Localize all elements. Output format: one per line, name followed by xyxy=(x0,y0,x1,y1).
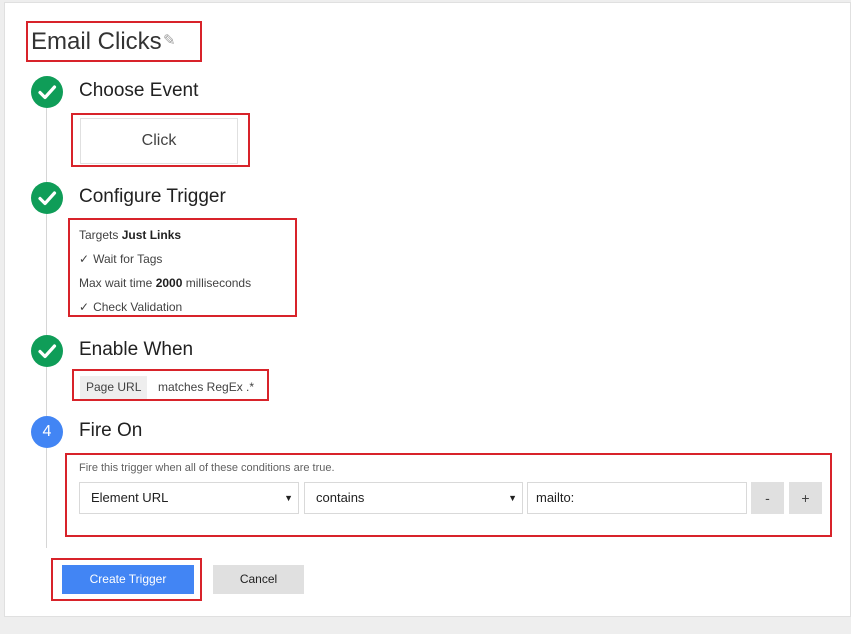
create-trigger-button[interactable]: Create Trigger xyxy=(62,565,194,594)
check-validation-label: Check Validation xyxy=(93,300,183,314)
step-connector xyxy=(46,108,47,184)
cancel-button[interactable]: Cancel xyxy=(213,565,304,594)
variable-chip: Page URL xyxy=(80,376,148,399)
targets-value: Just Links xyxy=(121,228,182,242)
step-complete-icon xyxy=(31,335,63,367)
enable-condition: matches RegEx .* xyxy=(158,380,255,394)
max-wait-value: 2000 xyxy=(155,276,183,290)
check-icon: ✓ xyxy=(79,300,90,314)
operator-select[interactable]: contains ▼ xyxy=(304,482,523,514)
step-connector xyxy=(46,367,47,417)
step-title-configure-trigger: Configure Trigger xyxy=(79,186,226,207)
max-wait-line: Max wait time 2000 milliseconds xyxy=(79,276,251,290)
value-input[interactable]: mailto: xyxy=(527,482,747,514)
step-complete-icon xyxy=(31,182,63,214)
remove-condition-button[interactable]: - xyxy=(751,482,784,514)
add-condition-button[interactable]: + xyxy=(789,482,822,514)
variable-select-value: Element URL xyxy=(91,490,169,505)
max-wait-unit: milliseconds xyxy=(185,276,252,290)
max-wait-label: Max wait time xyxy=(79,276,153,290)
trigger-name[interactable]: Email Clicks xyxy=(31,28,162,56)
check-validation-line: ✓ Check Validation xyxy=(79,300,182,314)
step-connector xyxy=(46,214,47,335)
variable-select[interactable]: Element URL ▼ xyxy=(79,482,299,514)
pencil-icon[interactable]: ✎ xyxy=(163,31,176,49)
check-icon: ✓ xyxy=(79,252,90,266)
wait-for-tags-label: Wait for Tags xyxy=(93,252,163,266)
targets-label: Targets xyxy=(79,228,119,242)
operator-select-value: contains xyxy=(316,490,365,505)
step-title-enable-when: Enable When xyxy=(79,339,194,360)
fire-on-description: Fire this trigger when all of these cond… xyxy=(79,462,335,474)
targets-line: Targets Just Links xyxy=(79,228,181,242)
step-title-choose-event: Choose Event xyxy=(79,80,199,101)
step-connector xyxy=(46,448,47,548)
step-complete-icon xyxy=(31,76,63,108)
step-title-fire-on: Fire On xyxy=(79,420,143,441)
wait-for-tags-line: ✓ Wait for Tags xyxy=(79,252,162,266)
dropdown-arrow-icon: ▼ xyxy=(508,493,517,503)
dropdown-arrow-icon: ▼ xyxy=(284,493,293,503)
event-type-card[interactable]: Click xyxy=(80,118,238,164)
step-number-badge: 4 xyxy=(31,416,63,448)
